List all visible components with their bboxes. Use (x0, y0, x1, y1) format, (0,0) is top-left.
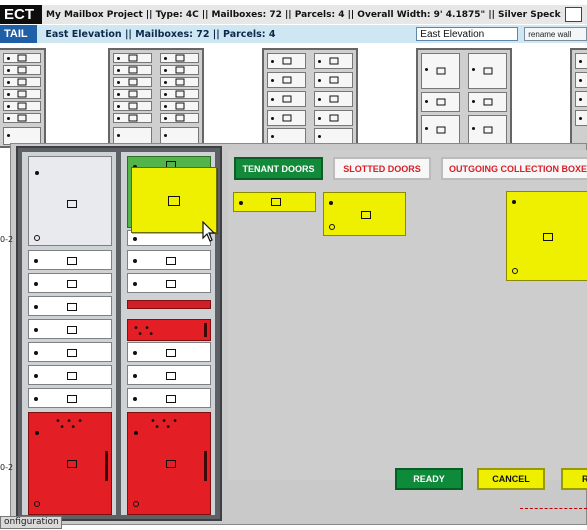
tenant-door[interactable] (127, 388, 211, 408)
parcel-locker-door[interactable]: • • • • (127, 319, 211, 341)
door-option-small[interactable] (233, 192, 316, 212)
door-option-medium[interactable] (323, 192, 406, 236)
mouse-cursor-icon (202, 221, 216, 242)
tenant-door[interactable] (28, 273, 112, 293)
configuration-tab[interactable]: onfiguration (0, 516, 62, 529)
background-mailbox-unit (570, 48, 587, 148)
background-mailbox-unit (108, 48, 204, 148)
outgoing-mail-slot[interactable] (127, 300, 211, 309)
tab-slotted-doors[interactable]: SLOTTED DOORS (333, 157, 431, 180)
background-mailbox-unit (262, 48, 358, 148)
row-label: 0-2 (0, 235, 14, 244)
divider-line (520, 508, 587, 509)
lock-icon (67, 200, 77, 208)
elevation-name-input[interactable]: East Elevation (416, 27, 519, 41)
ready-button[interactable]: READY (395, 468, 463, 490)
hinge-ring (34, 235, 40, 241)
row-label: 0-2 (0, 463, 14, 472)
next-button[interactable]: R (561, 468, 587, 490)
tenant-door[interactable] (28, 365, 112, 385)
detail-tag: TAIL (0, 25, 38, 43)
tab-outgoing-collection-boxes[interactable]: OUTGOING COLLECTION BOXES (441, 157, 587, 180)
parcel-locker-door[interactable]: • • • • • (127, 412, 211, 515)
background-mailbox-unit (416, 48, 512, 148)
tenant-door[interactable] (28, 388, 112, 408)
keyhole-icon (35, 171, 39, 175)
project-info: My Mailbox Project || Type: 4C || Mailbo… (42, 5, 587, 24)
background-mailbox-unit (0, 48, 46, 148)
tenant-door[interactable] (28, 156, 112, 246)
cancel-button[interactable]: CANCEL (477, 468, 545, 490)
elevation-info-bar: TAIL East Elevation || Mailboxes: 72 || … (0, 25, 587, 43)
tenant-door[interactable] (127, 273, 211, 293)
finish-swatch[interactable] (564, 7, 582, 22)
elevation-info: East Elevation || Mailboxes: 72 || Parce… (45, 28, 276, 40)
tenant-door[interactable] (28, 319, 112, 339)
tenant-door[interactable] (127, 250, 211, 270)
parcel-locker-door[interactable]: • • • • • (28, 412, 112, 515)
project-info-bar: ECT My Mailbox Project || Type: 4C || Ma… (0, 5, 587, 24)
tenant-door[interactable] (28, 342, 112, 362)
rename-wall-button[interactable]: rename wall (524, 27, 587, 41)
lock-icon (168, 196, 180, 206)
tenant-door[interactable] (28, 250, 112, 270)
section-tag: ECT (4, 6, 34, 23)
door-option-large[interactable] (506, 191, 587, 281)
app-screen: ECT My Mailbox Project || Type: 4C || Ma… (0, 0, 587, 530)
unit-column-left: • • • • • (22, 152, 116, 515)
tab-tenant-doors[interactable]: TENANT DOORS (234, 157, 323, 180)
tenant-door[interactable] (127, 365, 211, 385)
project-info-text: My Mailbox Project || Type: 4C || Mailbo… (46, 9, 561, 20)
tenant-door[interactable] (127, 342, 211, 362)
tenant-door[interactable] (28, 296, 112, 316)
